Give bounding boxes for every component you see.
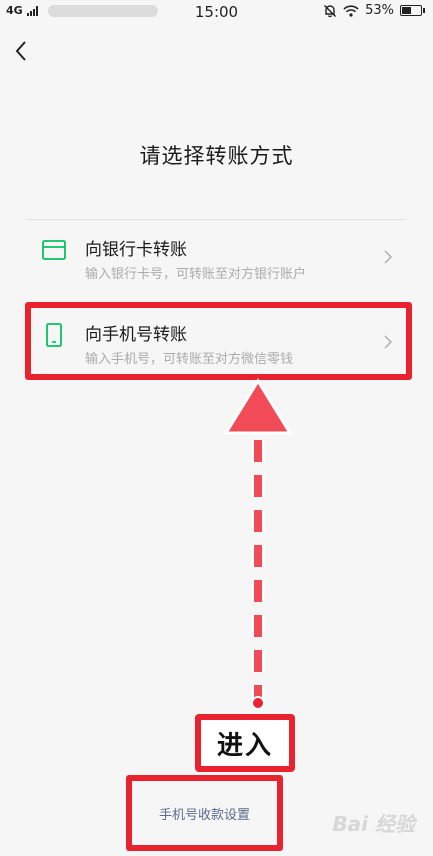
phone-receive-settings-link[interactable]: 手机号收款设置 [126,775,283,851]
wifi-icon [343,4,359,17]
enter-annotation-label: 进入 [195,714,295,772]
baidu-watermark: Bai 经验 [332,812,415,836]
battery-icon [400,5,425,16]
battery-percent: 53% [365,3,394,18]
bank-card-icon [42,240,66,260]
status-right: 53% [323,3,425,18]
page-title: 请选择转账方式 [139,144,294,168]
option-title: 向银行卡转账 [85,240,187,260]
divider [27,219,406,220]
status-bar: 4G 15:00 53% [0,0,433,24]
dashed-arrow-annotation [223,378,293,710]
settings-link-label: 手机号收款设置 [158,807,250,823]
chevron-left-icon [15,41,26,61]
back-button[interactable] [10,36,36,66]
bell-muted-icon [324,4,337,17]
option-bank-card-transfer[interactable]: 向银行卡转账 输入银行卡号，可转账至对方银行账户 [27,227,407,289]
option-description: 输入银行卡号，可转账至对方银行账户 [85,267,307,282]
chevron-right-icon [384,250,393,264]
highlight-box-phone-option [25,302,412,380]
